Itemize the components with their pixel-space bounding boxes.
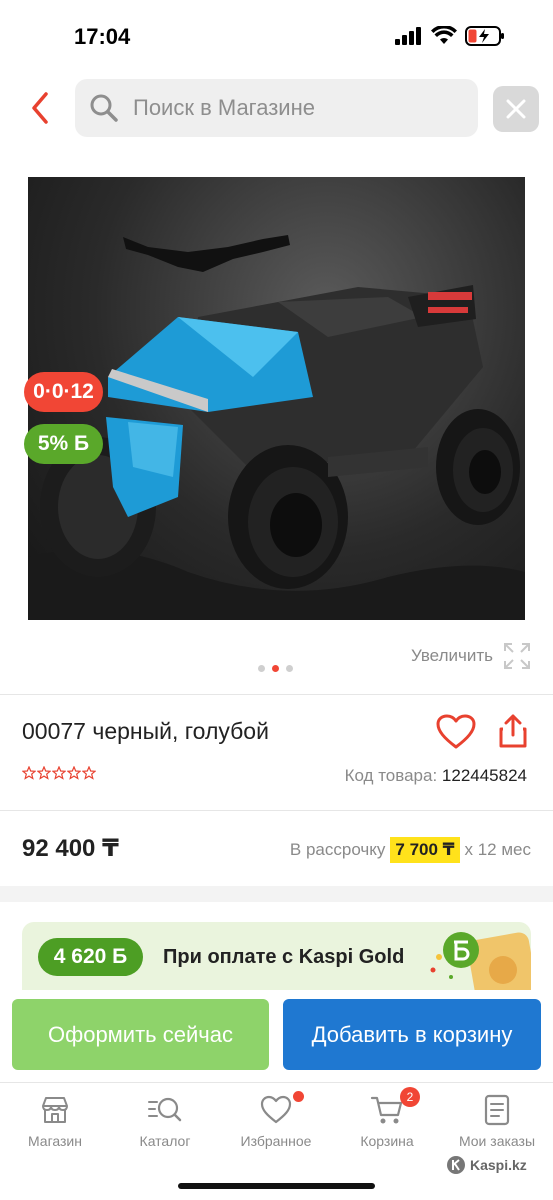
wifi-icon [431, 26, 457, 44]
cart-icon [370, 1096, 403, 1124]
tab-catalog[interactable]: Каталог [110, 1093, 220, 1149]
divider [0, 810, 553, 811]
search-icon [90, 94, 118, 122]
back-button[interactable] [26, 90, 56, 126]
chevron-left-icon [32, 92, 48, 124]
heart-icon [436, 714, 476, 749]
gallery-dot[interactable] [286, 665, 293, 672]
favorite-button[interactable] [436, 714, 476, 755]
tab-favorites[interactable]: Избранное [221, 1091, 331, 1149]
installment-suffix: x 12 мес [464, 840, 532, 859]
tab-cart[interactable]: 2 Корзина [332, 1087, 442, 1149]
catalog-search-icon [148, 1097, 182, 1122]
share-button[interactable] [498, 713, 528, 754]
tab-orders[interactable]: Мои заказы [442, 1093, 552, 1149]
zoom-label: Увеличить [411, 646, 493, 665]
orders-icon [484, 1094, 510, 1126]
search-bar[interactable] [75, 79, 478, 137]
kaspi-logo-icon [447, 1156, 465, 1174]
watermark-text: Kaspi.kz [470, 1157, 527, 1173]
installment-prefix: В рассрочку [289, 840, 386, 859]
search-input[interactable] [133, 95, 453, 121]
status-time: 17:04 [74, 24, 131, 49]
product-code: Код товара: 122445824 [345, 766, 527, 786]
cart-count-badge: 2 [400, 1087, 420, 1107]
tab-store[interactable]: Магазин [0, 1093, 110, 1149]
product-price: 92 400 ₸ [22, 835, 119, 862]
bonus-badge: 5% Б [24, 424, 103, 464]
gallery-dot-active[interactable] [272, 665, 279, 672]
star-empty-icon [22, 766, 36, 780]
star-empty-icon [67, 766, 81, 780]
divider [0, 694, 553, 695]
tab-label: Мои заказы [458, 1133, 536, 1149]
product-code-label: Код товара: [344, 766, 438, 785]
tab-label: Каталог [139, 1133, 191, 1149]
expand-icon [504, 643, 530, 669]
star-empty-icon [82, 766, 96, 780]
product-title: 00077 черный, голубой [22, 718, 269, 744]
tab-label: Корзина [360, 1133, 414, 1149]
kaspi-gold-promo[interactable]: 4 620 Б При оплате с Kaspi Gold [22, 922, 531, 990]
signal-icon [395, 27, 421, 45]
home-indicator[interactable] [178, 1183, 375, 1189]
gallery-pagination [258, 665, 293, 672]
kaspi-watermark: Kaspi.kz [446, 1155, 527, 1175]
rating-stars [22, 766, 96, 780]
status-icons [395, 26, 505, 46]
heart-icon [260, 1095, 292, 1124]
battery-charging-icon [465, 26, 504, 46]
tab-label: Магазин [27, 1133, 82, 1149]
clear-search-button[interactable] [493, 86, 539, 132]
add-to-cart-button[interactable]: Добавить в корзину [283, 999, 541, 1070]
gold-promo-text: При оплате с Kaspi Gold [163, 946, 405, 968]
gallery-dot[interactable] [258, 665, 265, 672]
star-empty-icon [52, 766, 66, 780]
atv-illustration [28, 235, 525, 620]
product-code-value: 122445824 [441, 766, 527, 785]
installment-info: В рассрочку 7 700 ₸ x 12 мес [290, 837, 531, 863]
section-separator [0, 886, 553, 902]
favorites-indicator-dot [293, 1091, 304, 1102]
tab-label: Избранное [240, 1133, 312, 1149]
status-bar: 17:04 [0, 0, 553, 70]
checkout-now-button[interactable]: Оформить сейчас [12, 999, 269, 1070]
store-icon [42, 1097, 68, 1123]
star-empty-icon [37, 766, 51, 780]
kaspi-gold-card-icon [430, 932, 531, 990]
search-header [0, 78, 553, 140]
share-icon [499, 714, 527, 748]
installment-badge: 0·0·12 [24, 372, 103, 412]
product-image[interactable] [28, 177, 525, 620]
zoom-button[interactable]: Увеличить [411, 642, 531, 670]
close-icon [506, 99, 526, 119]
gold-bonus-badge: 4 620 Б [38, 938, 143, 976]
installment-amount: 7 700 ₸ [390, 837, 460, 863]
